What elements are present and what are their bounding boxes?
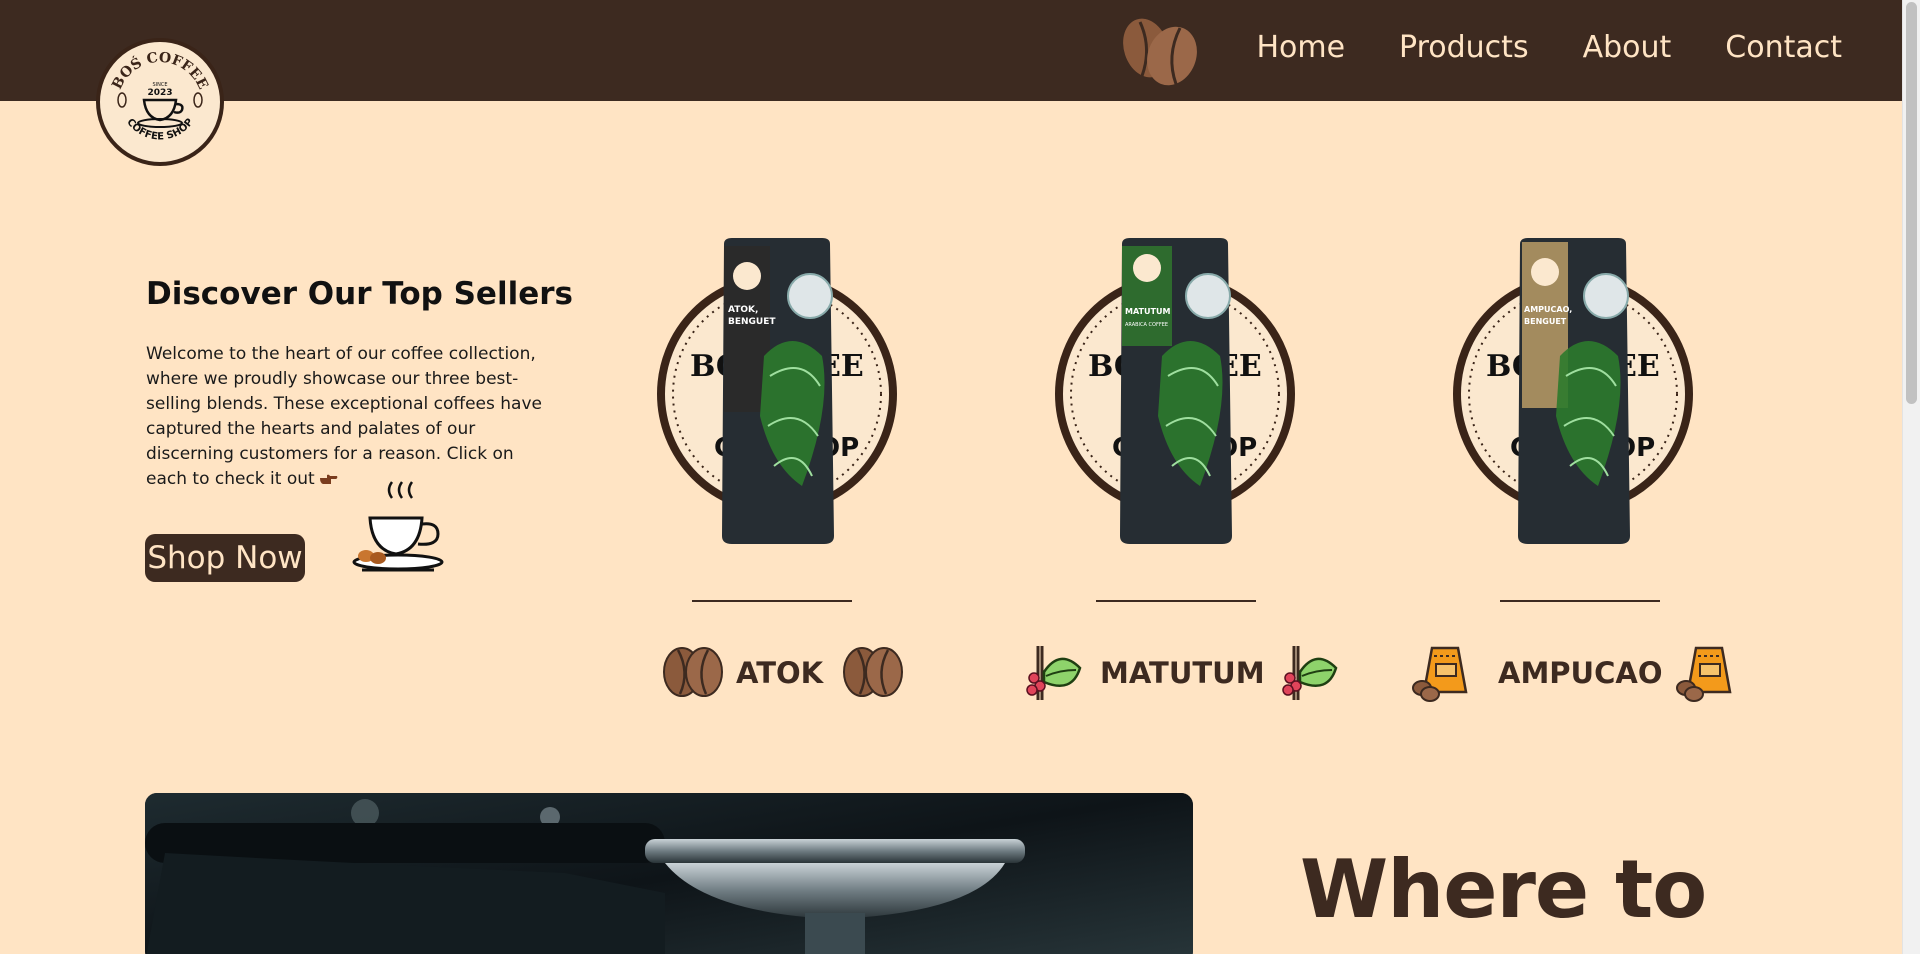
atok-bag-graphic: BO EE C OP ATOK, BENGUET [657, 238, 897, 544]
hero-title: Discover Our Top Sellers [146, 276, 573, 312]
shop-now-button[interactable]: Shop Now [145, 534, 305, 582]
product-divider [1500, 600, 1660, 602]
top-navbar: Home Products About Contact [0, 0, 1902, 101]
product-image-ampucao: BO EE C OP AMPUCAO, BENGUET [1448, 236, 1708, 556]
nav-contact-link[interactable]: Contact [1725, 30, 1842, 65]
coffee-plant-icon [1026, 646, 1082, 700]
coffee-bag-icon [1412, 646, 1468, 702]
matutum-bag-graphic: BO EE C OP MATUTUM ARABICA COFFEE [1055, 238, 1295, 544]
nav-products-link[interactable]: Products [1399, 30, 1529, 65]
coffee-bag-icon [1676, 646, 1732, 702]
svg-text:BENGUET: BENGUET [1524, 317, 1567, 326]
product-divider [692, 600, 852, 602]
nav-home-link[interactable]: Home [1256, 30, 1345, 65]
espresso-photo-graphic [145, 793, 1193, 954]
svg-text:AMPUCAO,: AMPUCAO, [1524, 305, 1572, 314]
product-name-atok[interactable]: ATOK [736, 656, 823, 690]
svg-text:BENGUET: BENGUET [728, 317, 776, 327]
svg-text:ARABICA COFFEE: ARABICA COFFEE [1125, 322, 1168, 328]
product-image-matutum: BO EE C OP MATUTUM ARABICA COFFEE [1050, 236, 1310, 556]
espresso-machine-photo [145, 793, 1193, 954]
logo-year: 2023 [147, 88, 172, 98]
coffee-plant-icon [1282, 646, 1338, 700]
pointing-hand-icon [319, 474, 338, 484]
nav-about-link[interactable]: About [1583, 30, 1672, 65]
product-name-ampucao[interactable]: AMPUCAO [1498, 656, 1662, 690]
scrollbar-thumb[interactable] [1906, 2, 1917, 404]
ampucao-bag-graphic: BO EE C OP AMPUCAO, BENGUET [1453, 238, 1693, 544]
hero-description-text: Welcome to the heart of our coffee colle… [146, 344, 542, 489]
vertical-scrollbar[interactable] [1902, 0, 1920, 954]
coffee-cup-icon [352, 481, 444, 572]
product-name-matutum[interactable]: MATUTUM [1100, 656, 1265, 690]
where-to-title: Where to [1300, 843, 1707, 936]
hero-description: Welcome to the heart of our coffee colle… [146, 342, 556, 492]
bos-coffee-logo[interactable]: BOŚ COFFEE COFFEE SHOP SINCE 2023 [96, 38, 224, 166]
coffee-beans-icon [843, 647, 903, 697]
coffee-beans-icon [1123, 18, 1197, 86]
product-image-atok: BO EE C OP ATOK, BENGUET [652, 236, 912, 556]
product-divider [1096, 600, 1256, 602]
svg-text:MATUTUM: MATUTUM [1125, 307, 1170, 316]
coffee-beans-icon [663, 647, 723, 697]
nav-links: Home Products About Contact [1256, 30, 1842, 65]
svg-text:ATOK,: ATOK, [728, 305, 758, 315]
logo-graphic: BOŚ COFFEE COFFEE SHOP SINCE 2023 [109, 50, 211, 143]
